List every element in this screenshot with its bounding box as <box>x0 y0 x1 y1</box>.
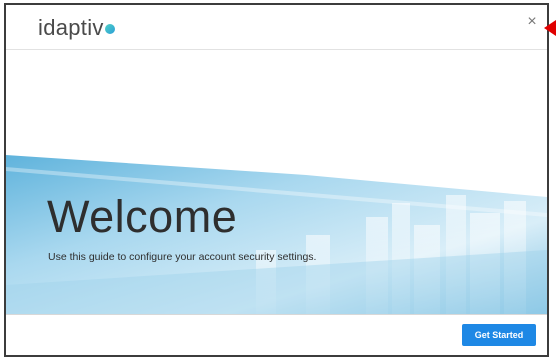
welcome-title: Welcome <box>47 191 238 242</box>
red-arrow-icon <box>544 20 556 36</box>
close-icon[interactable]: × <box>527 13 536 30</box>
welcome-subtitle: Use this guide to configure your account… <box>48 251 317 263</box>
idaptiv-logo: idaptiv <box>38 15 115 41</box>
dialog-header: idaptiv × <box>6 5 547 50</box>
get-started-button[interactable]: Get Started <box>462 324 536 346</box>
logo-dot-icon <box>104 24 115 34</box>
dialog-footer: Get Started <box>6 314 547 355</box>
welcome-dialog: idaptiv × Welcome Use this guide to conf… <box>4 3 549 357</box>
logo-text: idaptiv <box>38 15 104 40</box>
close-button[interactable]: × <box>524 14 540 30</box>
